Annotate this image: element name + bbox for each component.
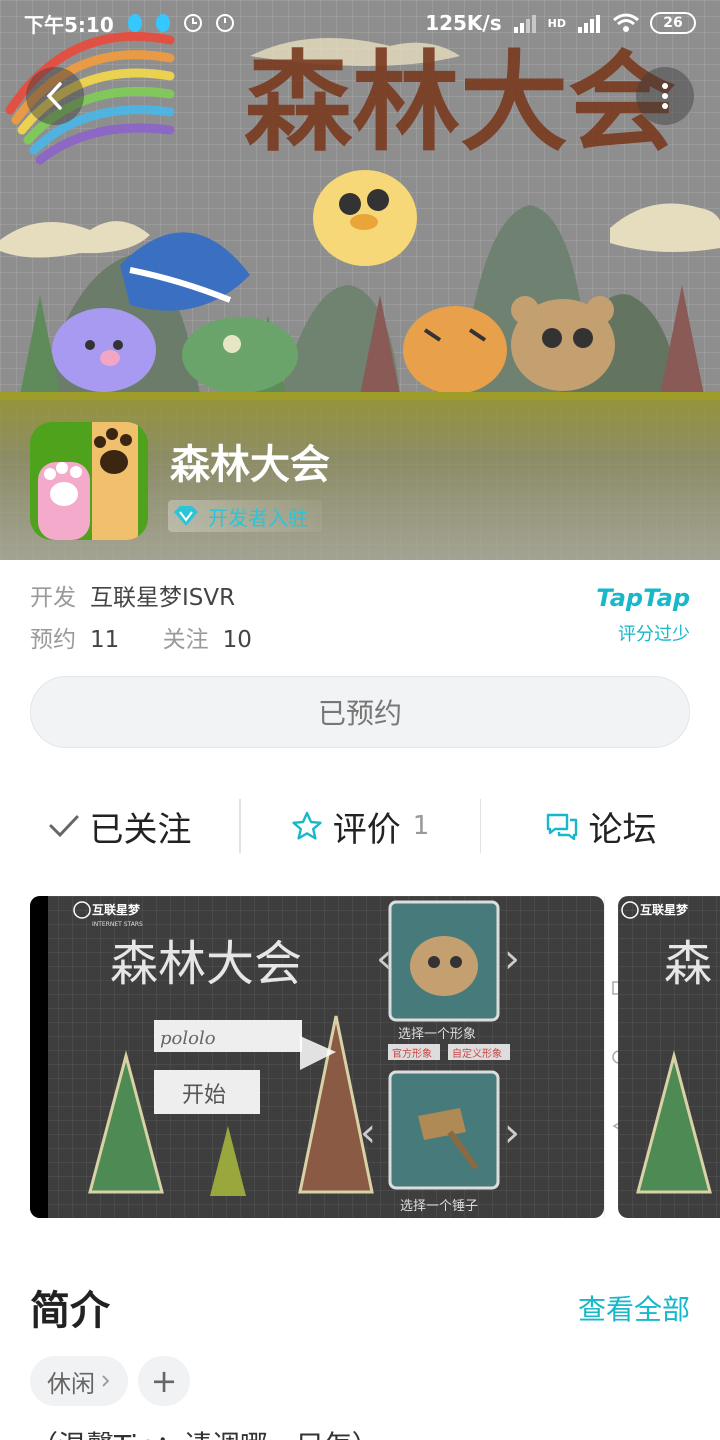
reservations-count: 11 — [90, 627, 120, 653]
action-bar: 已关注 评价 1 论坛 — [0, 796, 720, 856]
screenshot-2[interactable]: 互联星梦 森 — [618, 896, 720, 1218]
svg-text:森林大会: 森林大会 — [244, 40, 676, 166]
intro-description: （温馨Tip：请调哪一只怎） — [30, 1424, 380, 1440]
svg-text:官方形象: 官方形象 — [392, 1047, 432, 1060]
svg-text:互联星梦: 互联星梦 — [92, 902, 141, 917]
app-icon — [30, 422, 148, 540]
review-button[interactable]: 评价 1 — [241, 796, 480, 856]
stats-row: 预约 11 关注 10 — [30, 620, 252, 654]
check-icon — [49, 815, 78, 838]
back-button[interactable] — [26, 67, 84, 125]
svg-text:INTERNET STARS: INTERNET STARS — [92, 921, 143, 928]
alarm-icon — [183, 14, 202, 32]
more-button[interactable] — [636, 67, 694, 125]
tag-casual-label: 休闲 — [47, 1369, 95, 1398]
screenshot-carousel[interactable]: 互联星梦 INTERNET STARS 森林大会 pololo 开始 ‹ › 选… — [30, 896, 720, 1218]
svg-text:选择一个形象: 选择一个形象 — [398, 1027, 476, 1042]
developer-badge-label: 开发者入驻 — [208, 505, 308, 530]
svg-text:›: › — [504, 1110, 520, 1156]
chevron-left-icon — [46, 82, 62, 110]
svg-text:森林大会: 森林大会 — [110, 936, 302, 992]
status-bar: 下午5:10 125K/s HD 26 — [0, 0, 720, 46]
see-all-link[interactable]: 查看全部 — [578, 1288, 690, 1328]
svg-text:选择一个锤子: 选择一个锤子 — [400, 1199, 478, 1214]
chevron-right-icon — [102, 1375, 110, 1387]
svg-text:互联星梦: 互联星梦 — [640, 902, 689, 917]
taptap-score: 评分过少 — [618, 624, 690, 645]
developer-row: 开发 互联星梦ISVR — [30, 578, 235, 612]
signal-icon — [513, 15, 536, 33]
svg-text:自定义形象: 自定义形象 — [452, 1047, 502, 1060]
forum-label: 论坛 — [588, 809, 657, 850]
svg-text:pololo: pololo — [160, 1028, 216, 1049]
follow-label: 已关注 — [89, 809, 192, 850]
diamond-icon — [174, 506, 198, 526]
screenshot-1[interactable]: 互联星梦 INTERNET STARS 森林大会 pololo 开始 ‹ › 选… — [30, 896, 604, 1218]
followers-count: 10 — [222, 627, 252, 653]
svg-text:森: 森 — [664, 936, 712, 992]
follow-button[interactable]: 已关注 — [0, 796, 239, 856]
wifi-icon — [613, 13, 639, 32]
hd-label: HD — [547, 16, 566, 30]
battery-indicator: 26 — [650, 12, 696, 34]
qq-notification-icon — [127, 14, 142, 32]
svg-text:开始: 开始 — [182, 1083, 226, 1108]
developer-badge[interactable]: 开发者入驻 — [168, 500, 322, 532]
qq-notification-icon — [155, 14, 170, 32]
taptap-logo: TapTap — [596, 584, 690, 612]
signal-icon — [578, 15, 600, 33]
reservations-label: 预约 — [30, 627, 76, 653]
developer-label: 开发 — [30, 585, 76, 611]
review-label: 评价 — [332, 809, 401, 850]
svg-text:›: › — [504, 936, 520, 982]
star-icon — [292, 811, 322, 840]
clock-icon — [215, 14, 234, 32]
followers-label: 关注 — [162, 627, 209, 653]
forum-button[interactable]: 论坛 — [481, 796, 720, 856]
developer-name[interactable]: 互联星梦ISVR — [90, 585, 235, 611]
chat-bubbles-icon — [546, 813, 577, 841]
review-count: 1 — [412, 811, 430, 841]
more-vertical-icon — [662, 83, 668, 109]
app-title: 森林大会 — [170, 442, 330, 488]
svg-text:‹: ‹ — [360, 1110, 376, 1156]
reserved-button[interactable]: 已预约 — [30, 676, 690, 748]
network-speed: 125K/s — [425, 11, 502, 35]
status-time: 下午5:10 — [24, 12, 114, 37]
add-tag-button[interactable]: + — [138, 1356, 190, 1406]
tag-casual[interactable]: 休闲 — [30, 1356, 128, 1406]
intro-title: 简介 — [30, 1288, 110, 1334]
